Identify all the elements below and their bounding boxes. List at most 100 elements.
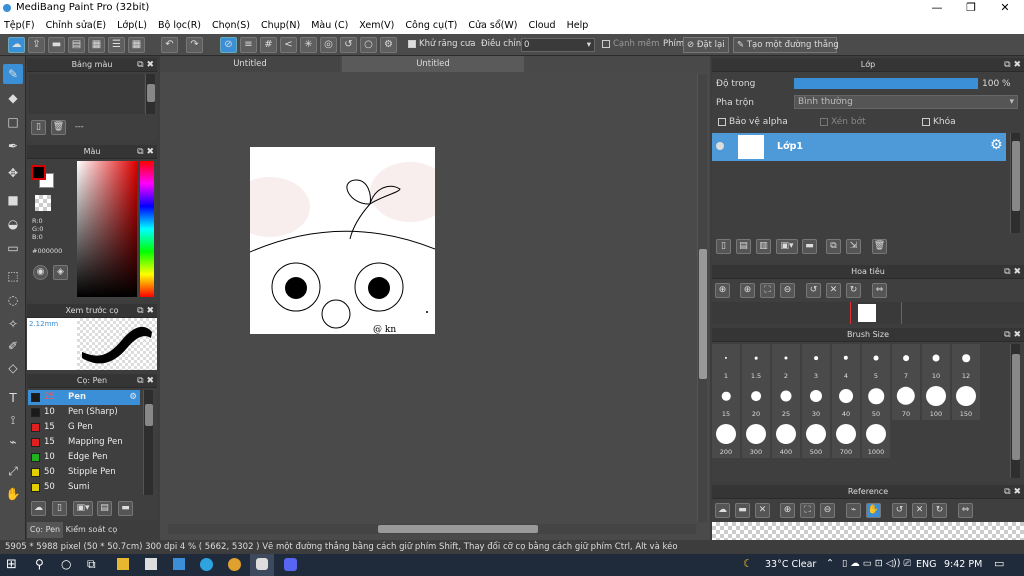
brush-item[interactable]: 50 Stipple Pen (28, 465, 140, 480)
ref-fit-icon[interactable]: ⛶ (800, 503, 815, 518)
divide-tool-icon[interactable]: ⟟ (3, 410, 23, 430)
antialias-checkbox[interactable]: Khử răng cưa (408, 39, 476, 49)
maximize-button[interactable]: ❐ (954, 0, 988, 16)
zoom-out-icon[interactable]: ⊖ (780, 283, 795, 298)
brush-size-scrollbar[interactable] (1010, 344, 1020, 478)
snap-off-icon[interactable]: ⊘ (220, 37, 237, 53)
eyedropper-tool-icon[interactable]: ⌁ (3, 432, 23, 452)
palette-swatches[interactable] (28, 74, 144, 114)
brush-settings-gear-icon[interactable]: ⚙ (129, 390, 137, 405)
layer-folder-icon[interactable]: ▬ (802, 239, 817, 254)
brush-size-cell[interactable]: 25 (772, 382, 800, 420)
share-icon[interactable]: ⇪ (28, 37, 45, 53)
menu-file[interactable]: Tệp(F) (4, 20, 35, 31)
menu-edit[interactable]: Chỉnh sửa(E) (46, 20, 107, 31)
cloud-brush-icon[interactable]: ☁ (31, 501, 46, 516)
fit-icon[interactable]: ⛶ (760, 283, 775, 298)
new-halftone-layer-icon[interactable]: ▤ (736, 239, 751, 254)
fill-rect-tool-icon[interactable]: ■ (3, 190, 23, 210)
tab-brush[interactable]: Cọ: Pen (27, 522, 63, 538)
adjust-select[interactable]: 0 ▾ (521, 38, 595, 52)
select-tool-icon[interactable]: ⬚ (3, 266, 23, 286)
brush-size-cell[interactable]: 15 (712, 382, 740, 420)
brush-size-cell[interactable]: 50 (862, 382, 890, 420)
close-reference-icon[interactable]: ✕ (755, 503, 770, 518)
layer-row[interactable]: Lớp1 ⚙ (712, 133, 1006, 161)
brush-size-cell[interactable]: 3 (802, 344, 830, 382)
panel-controls-icon[interactable]: ⧉ ✖ (137, 58, 154, 72)
text-tool-icon[interactable]: T (3, 388, 23, 408)
opacity-slider[interactable] (794, 78, 978, 89)
new-brush-icon[interactable]: ▯ (52, 501, 67, 516)
ref-rotate-left-icon[interactable]: ↺ (892, 503, 907, 518)
tab-document-2[interactable]: Untitled (342, 56, 524, 72)
brush-size-cell[interactable]: 200 (712, 420, 740, 458)
menu-cloud[interactable]: Cloud (528, 20, 555, 31)
ref-rotate-reset-icon[interactable]: ✕ (912, 503, 927, 518)
close-button[interactable]: ✕ (988, 0, 1022, 16)
brush-item[interactable]: 15 Mapping Pen (28, 435, 140, 450)
select-eraser-tool-icon[interactable]: ◇ (3, 358, 23, 378)
menu-snap[interactable]: Chụp(N) (261, 20, 300, 31)
open-reference-icon[interactable]: ▬ (735, 503, 750, 518)
brush-size-cell[interactable]: 12 (952, 344, 980, 382)
menu-view[interactable]: Xem(V) (359, 20, 394, 31)
duplicate-layer-icon[interactable]: ⧉ (826, 239, 841, 254)
clock[interactable]: 9:42 PM (944, 559, 982, 570)
menu-select[interactable]: Chọn(S) (212, 20, 250, 31)
hue-slider[interactable] (140, 161, 154, 297)
zoom-in-alt-icon[interactable]: ⊕ (740, 283, 755, 298)
bucket-tool-icon[interactable]: ◒ (3, 214, 23, 234)
pen-tool-icon[interactable]: ✒ (3, 136, 23, 156)
ref-rotate-right-icon[interactable]: ↻ (932, 503, 947, 518)
vanish-snap-icon[interactable]: < (280, 37, 297, 53)
circle-snap-icon[interactable]: ◎ (320, 37, 337, 53)
mail-icon[interactable] (173, 558, 185, 570)
page-icon[interactable]: ▦ (88, 37, 105, 53)
add-palette-icon[interactable]: ▯ (31, 120, 46, 135)
menu-tools[interactable]: Công cụ(T) (405, 20, 457, 31)
brush-size-cell[interactable]: 700 (832, 420, 860, 458)
eraser-tool-icon[interactable]: ◆ (3, 88, 23, 108)
menu-color[interactable]: Màu (C) (311, 20, 348, 31)
panel-controls-icon[interactable]: ⧉ ✖ (1004, 265, 1021, 279)
medibang-taskbar-icon[interactable] (250, 554, 274, 576)
radial-snap-icon[interactable]: ✳ (300, 37, 317, 53)
comment-icon[interactable]: ▬ (48, 37, 65, 53)
brush-size-cell[interactable]: 1000 (862, 420, 890, 458)
brush-size-cell[interactable]: 4 (832, 344, 860, 382)
panel-list-icon[interactable]: ☰ (108, 37, 125, 53)
grid-icon[interactable]: ▦ (128, 37, 145, 53)
language-indicator[interactable]: ENG (916, 559, 936, 570)
ref-zoom-in-icon[interactable]: ⊕ (780, 503, 795, 518)
brush-size-cell[interactable]: 5 (862, 344, 890, 382)
brush-size-cell[interactable]: 400 (772, 420, 800, 458)
brush-size-cell[interactable]: 100 (922, 382, 950, 420)
hand-tool-icon[interactable]: ✋ (3, 484, 23, 504)
panel-controls-icon[interactable]: ⧉ ✖ (137, 304, 154, 318)
new-8bit-layer-icon[interactable]: ▥ (756, 239, 771, 254)
brush-size-cell[interactable]: 70 (892, 382, 920, 420)
reset-button[interactable]: ⊘ Đặt lại (683, 37, 729, 53)
brush-item[interactable]: 10 Edge Pen (28, 450, 140, 465)
zoom-in-icon[interactable]: ⊕ (715, 283, 730, 298)
menu-help[interactable]: Help (567, 20, 589, 31)
rotate-reset-icon[interactable]: ✕ (826, 283, 841, 298)
new-layer-icon[interactable]: ▯ (716, 239, 731, 254)
brush-tool-icon[interactable]: ✎ (3, 64, 23, 84)
ref-hand-icon[interactable]: ✋ (866, 503, 881, 518)
magic-wand-tool-icon[interactable]: ✧ (3, 314, 23, 334)
brush-size-cell[interactable]: 300 (742, 420, 770, 458)
delete-palette-icon[interactable]: 🗑 (51, 120, 66, 135)
layer-scrollbar[interactable] (1010, 133, 1020, 233)
store-icon[interactable] (145, 558, 157, 570)
folder-icon[interactable]: ▬ (118, 501, 133, 516)
flip-icon[interactable]: ⇔ (872, 283, 887, 298)
brush-item[interactable]: 25 Pen ⚙ (28, 390, 140, 405)
merge-layer-icon[interactable]: ⇲ (846, 239, 861, 254)
tray-icons[interactable]: ▯ ☁ ▭ ⊡ ◁)) ⎚ (842, 558, 911, 569)
cross-snap-icon[interactable]: # (260, 37, 277, 53)
fill-tool-icon[interactable]: ⤢ (3, 461, 23, 481)
blend-select[interactable]: Bình thường ▾ (794, 95, 1018, 109)
ref-zoom-out-icon[interactable]: ⊖ (820, 503, 835, 518)
